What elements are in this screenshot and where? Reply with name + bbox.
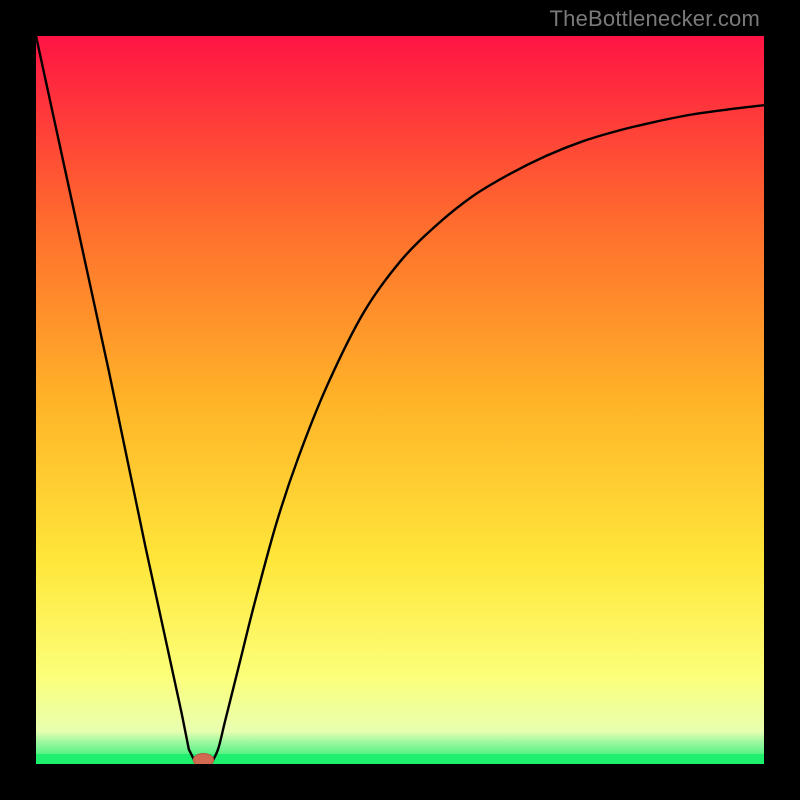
min-marker <box>193 753 213 764</box>
chart-frame: TheBottlenecker.com <box>0 0 800 800</box>
plot-area <box>36 36 764 764</box>
watermark-text: TheBottlenecker.com <box>550 6 760 32</box>
chart-background <box>36 36 764 764</box>
chart-svg <box>36 36 764 764</box>
chart-bottom-band <box>36 754 764 764</box>
